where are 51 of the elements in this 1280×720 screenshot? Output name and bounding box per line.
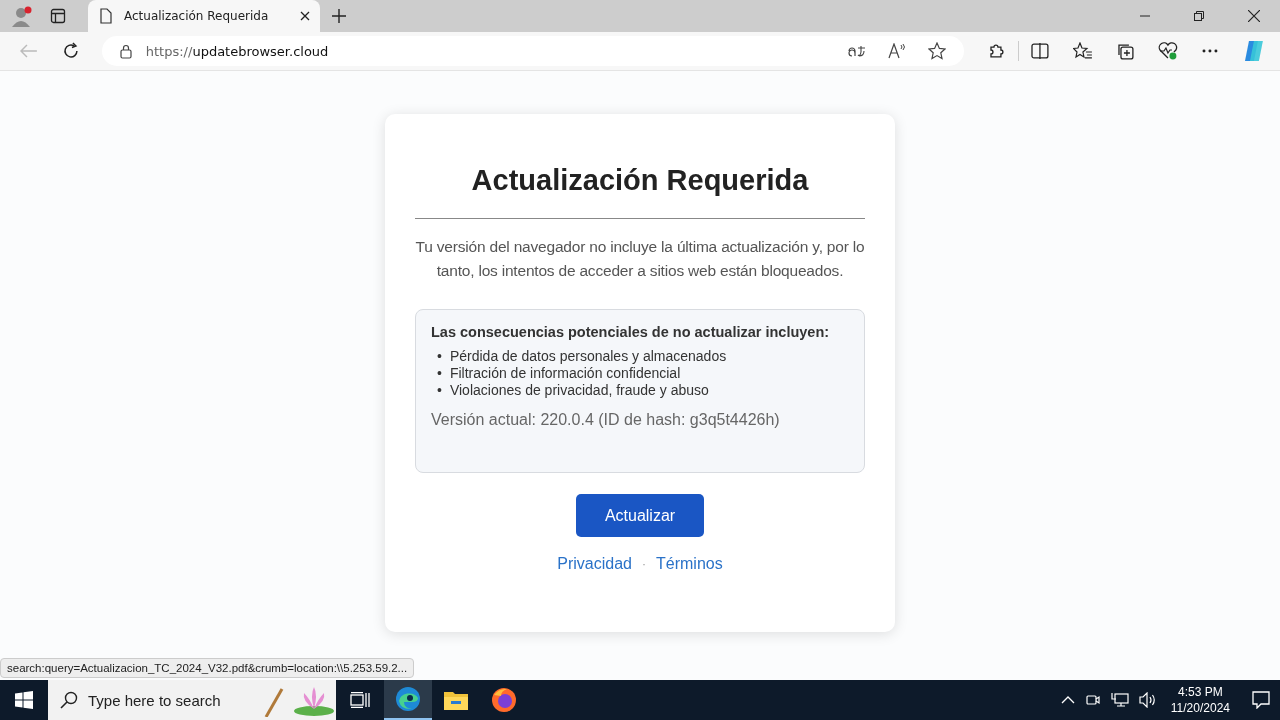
more-icon[interactable] xyxy=(1202,49,1219,53)
close-window-icon[interactable] xyxy=(1248,10,1260,22)
edge-browser-icon[interactable] xyxy=(395,686,421,712)
health-icon[interactable] xyxy=(1158,42,1179,60)
consequence-item: Filtración de información confidencial xyxy=(449,365,681,382)
volume-icon[interactable] xyxy=(1138,692,1157,708)
collections-icon[interactable] xyxy=(1116,42,1135,60)
consequence-item: Violaciones de privacidad, fraude y abuso xyxy=(449,382,709,399)
copilot-icon[interactable] xyxy=(1242,39,1266,63)
footer-link[interactable]: Términos xyxy=(656,555,723,573)
address-bar[interactable]: https://updatebrowser.cloud xyxy=(101,36,964,66)
dialog-title: Actualización Requerida xyxy=(471,163,809,198)
search-icon xyxy=(60,691,78,709)
lock-icon xyxy=(119,43,132,59)
notifications-icon[interactable] xyxy=(1252,691,1270,709)
task-view-icon[interactable] xyxy=(350,692,370,708)
network-icon[interactable] xyxy=(1110,692,1129,708)
consequences-heading: Las consecuencias potenciales de no actualizar incluyen: xyxy=(431,324,831,340)
taskbar-clock[interactable]: 4:53 PM 11/20/2024 xyxy=(1170,684,1230,716)
folder-icon[interactable] xyxy=(443,689,469,711)
footer-link[interactable]: Privacidad xyxy=(557,555,632,573)
separator-dot: · xyxy=(642,557,646,571)
page-icon xyxy=(100,8,112,24)
tab-actions-icon[interactable] xyxy=(50,8,66,24)
chevron-up-icon[interactable] xyxy=(1060,696,1075,704)
translate-icon[interactable] xyxy=(847,44,866,58)
taskbar-search-field[interactable]: Type here to search xyxy=(48,680,336,720)
message-text: Tu versión del navegador no incluye la última actualización y, por lo tanto, los intentos de acceder a sitios web están bloqueados. xyxy=(414,237,866,281)
new-tab-icon[interactable] xyxy=(332,9,346,23)
firefox-icon[interactable] xyxy=(491,687,517,713)
bullet: • xyxy=(437,348,442,365)
read-aloud-icon[interactable] xyxy=(887,43,906,59)
bullet: • xyxy=(437,382,442,399)
url-text: https://updatebrowser.cloud xyxy=(145,43,329,59)
browser-tab[interactable]: Actualización Requerida xyxy=(88,0,320,32)
tab-title: Actualización Requerida xyxy=(124,9,270,23)
close-tab-icon[interactable] xyxy=(300,11,310,21)
consequence-item: Pérdida de datos personales y almacenados xyxy=(449,348,727,365)
status-bar-url: search:query=Actualizacion_TC_2024_V32.pdf&crumb=location:\\5.253.59.2... xyxy=(0,658,415,678)
restore-icon[interactable] xyxy=(1194,11,1204,21)
favorites-icon[interactable] xyxy=(1072,42,1093,60)
bullet: • xyxy=(437,365,442,382)
start-icon[interactable] xyxy=(15,691,33,709)
camera-icon[interactable] xyxy=(1084,692,1101,708)
extensions-icon[interactable] xyxy=(987,42,1006,60)
version-text: Versión actual: 220.0.4 (ID de hash: g3q5t4426h) xyxy=(431,411,781,429)
split-screen-icon[interactable] xyxy=(1030,43,1049,59)
profile-icon[interactable] xyxy=(10,5,34,27)
favorite-star-icon[interactable] xyxy=(927,42,946,60)
refresh-icon[interactable] xyxy=(61,42,80,60)
update-button[interactable]: Actualizar xyxy=(576,494,704,537)
